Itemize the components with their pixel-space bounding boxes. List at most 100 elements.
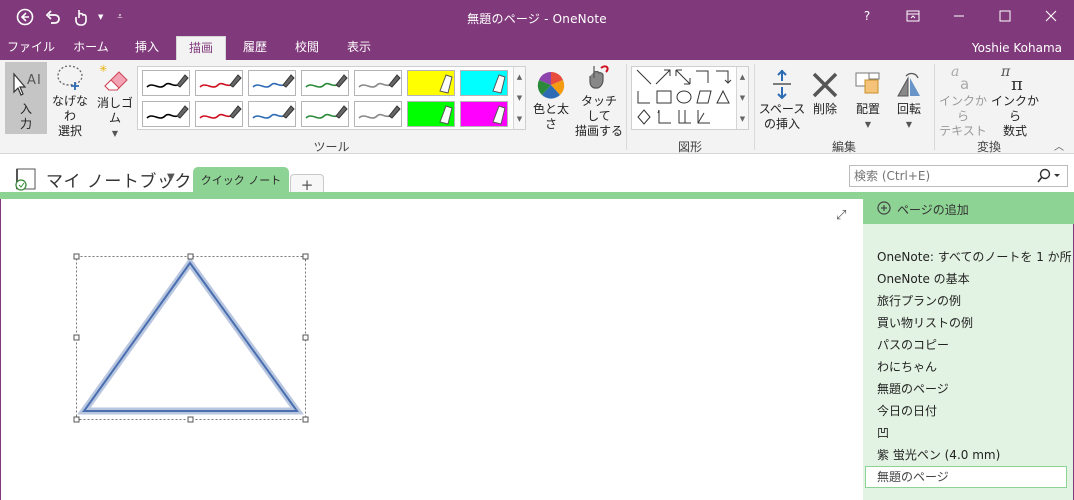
- gallery-more-icon[interactable]: ▼: [740, 115, 745, 123]
- resize-handle: [187, 416, 194, 423]
- tab-insert[interactable]: 挿入: [124, 36, 170, 60]
- page-item[interactable]: わにちゃん: [877, 358, 937, 375]
- input-button[interactable]: AI 入 力: [5, 62, 47, 134]
- page-canvas[interactable]: [0, 199, 863, 500]
- collapse-ribbon-icon[interactable]: ︿: [1054, 138, 1064, 153]
- notebook-icon[interactable]: [13, 168, 39, 192]
- highlighter-icon: [408, 71, 454, 95]
- page-item[interactable]: パスのコピー: [877, 336, 949, 353]
- tab-file[interactable]: ファイル: [4, 36, 58, 60]
- highlighter-swatch[interactable]: [407, 101, 455, 127]
- tab-home[interactable]: ホーム: [64, 36, 118, 60]
- tab-view[interactable]: 表示: [336, 36, 382, 60]
- lasso-label-line1: なげなわ: [51, 94, 88, 123]
- svg-text:A: A: [27, 73, 36, 88]
- touch-draw-button[interactable]: タッチして 描画する: [575, 62, 623, 138]
- pen-swatch[interactable]: [248, 101, 296, 127]
- add-page-button[interactable]: ページの追加: [863, 192, 1074, 224]
- xyz-axis-icon: [697, 110, 710, 124]
- page-item[interactable]: 今日の日付: [877, 402, 937, 419]
- help-button[interactable]: ?: [844, 0, 890, 32]
- selection-box: [76, 256, 306, 420]
- tab-history[interactable]: 履歴: [232, 36, 278, 60]
- page-item[interactable]: OneNote: すべてのノートを 1 か所: [877, 248, 1072, 265]
- pen-swatch[interactable]: [248, 70, 296, 96]
- color-thickness-button[interactable]: 色と太さ: [529, 62, 573, 134]
- pen-swatch[interactable]: [301, 101, 349, 127]
- add-page-label: ページの追加: [897, 203, 969, 217]
- ribbon-tab-row: ファイル ホーム 挿入 描画 履歴 校閲 表示 Yoshie Kohama: [0, 36, 1074, 60]
- highlighter-swatch[interactable]: [460, 101, 508, 127]
- arrange-label: 配置: [855, 102, 880, 116]
- ribbon-display-options-button[interactable]: [890, 0, 936, 32]
- page-item[interactable]: 無題のページ: [877, 380, 949, 397]
- tab-review[interactable]: 校閲: [284, 36, 330, 60]
- expand-page-icon[interactable]: ⤢: [836, 208, 846, 223]
- arrange-dropdown-icon[interactable]: ▼: [865, 117, 871, 132]
- scroll-up-icon[interactable]: ▲: [517, 73, 522, 81]
- svg-text:I: I: [37, 73, 41, 88]
- resize-handle: [302, 253, 309, 260]
- notebook-bar: マイ ノートブック ▼ クイック ノート +: [0, 155, 1074, 197]
- page-item[interactable]: 紫 蛍光ペン (4.0 mm): [877, 446, 1000, 463]
- ink-to-text-button[interactable]: aa インクから テキスト: [938, 62, 988, 138]
- close-button[interactable]: [1028, 0, 1074, 32]
- gallery-more-icon[interactable]: ▼: [517, 115, 522, 123]
- page-item-current[interactable]: 無題のページ: [865, 466, 1067, 488]
- pen-gallery-scroll[interactable]: ▲ ▼ ▼: [513, 67, 525, 129]
- pen-swatch[interactable]: [195, 101, 243, 127]
- ink-to-math-label-line2: 数式: [1002, 124, 1027, 138]
- elbow-arrow-icon: [716, 70, 732, 84]
- rotate-dropdown-icon[interactable]: ▼: [906, 117, 912, 132]
- pen-swatch[interactable]: [301, 70, 349, 96]
- pen-icon: [305, 105, 348, 119]
- pen-icon: [305, 74, 348, 88]
- xy-axes-2-icon: [678, 110, 691, 124]
- arrow-shape-icon: [655, 69, 671, 85]
- highlighter-swatch[interactable]: [460, 70, 508, 96]
- minimize-button[interactable]: [936, 0, 982, 32]
- pen-swatch[interactable]: [354, 101, 402, 127]
- delete-button[interactable]: 削除: [806, 62, 844, 134]
- highlighter-icon: [461, 71, 507, 95]
- notebook-dropdown-icon[interactable]: ▼: [167, 172, 175, 183]
- search-icon[interactable]: [1036, 168, 1064, 184]
- pen-swatch[interactable]: [354, 70, 402, 96]
- page-item[interactable]: OneNote の基本: [877, 270, 970, 287]
- arrange-button[interactable]: 配置 ▼: [848, 62, 888, 134]
- shape-gallery-scroll[interactable]: ▲ ▼ ▼: [736, 67, 748, 129]
- insert-space-button[interactable]: スペース の挿入: [758, 62, 806, 134]
- resize-handle: [73, 253, 80, 260]
- selected-triangle-drawing[interactable]: [71, 251, 381, 431]
- tab-draw[interactable]: 描画: [176, 36, 226, 60]
- lasso-select-button[interactable]: なげなわ 選択: [48, 62, 92, 138]
- eraser-dropdown-icon[interactable]: ▼: [112, 126, 118, 141]
- resize-handle: [302, 334, 309, 341]
- page-item[interactable]: 買い物リストの例: [877, 314, 973, 331]
- touch-draw-label-line2: 描画する: [575, 124, 624, 138]
- resize-handle: [73, 334, 80, 341]
- maximize-button[interactable]: [982, 0, 1028, 32]
- pen-swatch[interactable]: [142, 70, 190, 96]
- ribbon-separator: [754, 64, 755, 150]
- pen-gallery: ▲ ▼ ▼: [137, 66, 526, 130]
- input-cursor-icon: AI: [10, 62, 42, 100]
- highlighter-swatch[interactable]: [407, 70, 455, 96]
- scroll-down-icon[interactable]: ▼: [517, 94, 522, 102]
- pen-swatch[interactable]: [195, 70, 243, 96]
- page-item[interactable]: 凹: [877, 424, 889, 441]
- delete-label: 削除: [812, 102, 837, 116]
- ink-to-math-button[interactable]: ππ インクから 数式: [990, 62, 1040, 138]
- ink-to-math-label-line1: インクから: [990, 94, 1039, 123]
- rotate-button[interactable]: 回転 ▼: [889, 62, 929, 134]
- svg-text:a: a: [951, 64, 959, 80]
- scroll-up-icon[interactable]: ▲: [740, 73, 745, 81]
- page-item[interactable]: 旅行プランの例: [877, 292, 961, 309]
- rectangle-shape-icon: [656, 90, 672, 104]
- eraser-button[interactable]: ✳ 消しゴム ▼: [93, 62, 137, 138]
- user-name[interactable]: Yoshie Kohama: [972, 36, 1062, 60]
- corner-shape-icon: [637, 91, 650, 104]
- pen-icon: [252, 74, 295, 88]
- pen-swatch[interactable]: [142, 101, 190, 127]
- scroll-down-icon[interactable]: ▼: [740, 94, 745, 102]
